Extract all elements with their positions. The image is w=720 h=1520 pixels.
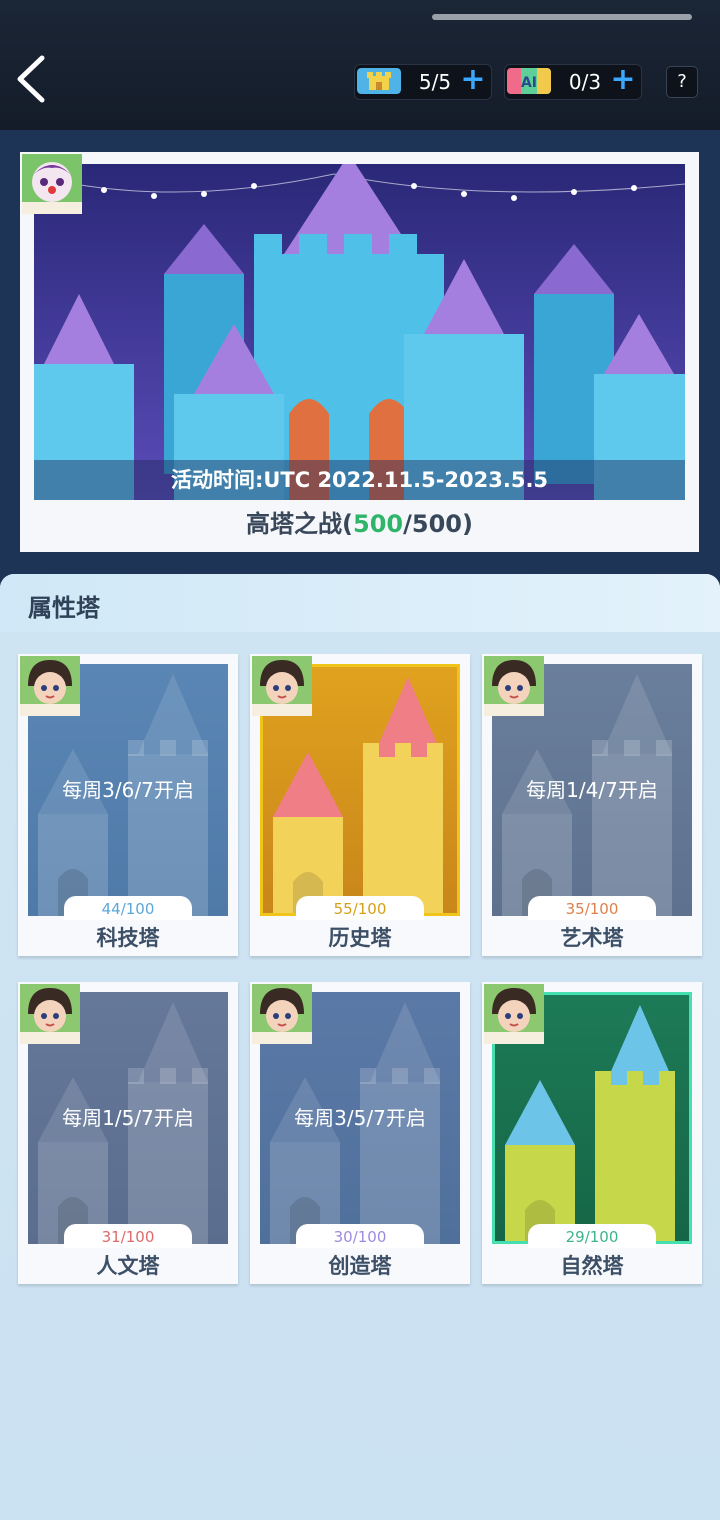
tower-schedule-text: 每周1/5/7开启 bbox=[62, 1106, 194, 1130]
tower-name: 创造塔 bbox=[328, 1254, 392, 1278]
ai-ticket-count: 0/3 bbox=[568, 70, 602, 94]
event-title-prefix: 高塔之战( bbox=[246, 510, 353, 538]
tower-progress: 44/100 bbox=[64, 896, 192, 920]
event-progress-total: /500) bbox=[403, 510, 473, 538]
player-avatar-icon bbox=[20, 984, 80, 1044]
castle-ticket-counter: 5/5 + bbox=[354, 64, 492, 100]
tower-card-history[interactable]: 55/100 历史塔 bbox=[250, 654, 470, 956]
top-bar: 5/5 + AI 0/3 + ? bbox=[0, 0, 720, 130]
player-avatar-icon bbox=[20, 656, 80, 716]
add-castle-ticket-button[interactable]: + bbox=[459, 65, 487, 95]
tower-progress: 31/100 bbox=[64, 1224, 192, 1248]
player-avatar-icon bbox=[484, 656, 544, 716]
player-avatar-icon bbox=[252, 656, 312, 716]
panel-header: 属性塔 bbox=[0, 574, 720, 632]
player-avatar-icon bbox=[252, 984, 312, 1044]
tower-name: 艺术塔 bbox=[560, 926, 624, 950]
event-banner-image: 活动时间:UTC 2022.11.5-2023.5.5 bbox=[34, 164, 685, 500]
player-avatar-icon bbox=[484, 984, 544, 1044]
tower-schedule-text: 每周3/5/7开启 bbox=[294, 1106, 426, 1130]
help-button[interactable]: ? bbox=[666, 66, 698, 98]
event-banner-card[interactable]: 活动时间:UTC 2022.11.5-2023.5.5 高塔之战(500/500… bbox=[20, 152, 699, 552]
tower-card-creation[interactable]: 每周3/5/7开启 30/100 创造塔 bbox=[250, 982, 470, 1284]
ai-ticket-icon: AI bbox=[507, 68, 551, 94]
tower-card-nature[interactable]: 29/100 自然塔 bbox=[482, 982, 702, 1284]
tower-schedule-text: 每周3/6/7开启 bbox=[62, 778, 194, 802]
tower-progress: 35/100 bbox=[528, 896, 656, 920]
add-ai-ticket-button[interactable]: + bbox=[609, 65, 637, 95]
event-title: 高塔之战(500/500) bbox=[20, 504, 699, 539]
section-title: 属性塔 bbox=[28, 594, 100, 622]
castle-scene-illustration bbox=[34, 164, 685, 500]
ai-ticket-counter: AI 0/3 + bbox=[504, 64, 642, 100]
tower-name: 科技塔 bbox=[96, 926, 160, 950]
event-time-text: 活动时间:UTC 2022.11.5-2023.5.5 bbox=[34, 460, 685, 500]
clown-avatar-icon bbox=[22, 154, 82, 214]
svg-text:AI: AI bbox=[521, 75, 537, 91]
tower-progress: 30/100 bbox=[296, 1224, 424, 1248]
tower-name: 历史塔 bbox=[328, 926, 392, 950]
status-indicator bbox=[432, 14, 692, 20]
tower-progress: 29/100 bbox=[528, 1224, 656, 1248]
event-progress-current: 500 bbox=[353, 510, 404, 538]
castle-ticket-icon bbox=[357, 68, 401, 94]
tower-card-humanities[interactable]: 每周1/5/7开启 31/100 人文塔 bbox=[18, 982, 238, 1284]
tower-progress: 55/100 bbox=[296, 896, 424, 920]
tower-card-art[interactable]: 每周1/4/7开启 35/100 艺术塔 bbox=[482, 654, 702, 956]
tower-schedule-text: 每周1/4/7开启 bbox=[526, 778, 658, 802]
tower-name: 自然塔 bbox=[560, 1254, 624, 1278]
tower-name: 人文塔 bbox=[96, 1254, 160, 1278]
tower-card-tech[interactable]: 每周3/6/7开启 44/100 科技塔 bbox=[18, 654, 238, 956]
castle-ticket-count: 5/5 bbox=[418, 70, 452, 94]
back-arrow-icon[interactable] bbox=[12, 54, 56, 104]
